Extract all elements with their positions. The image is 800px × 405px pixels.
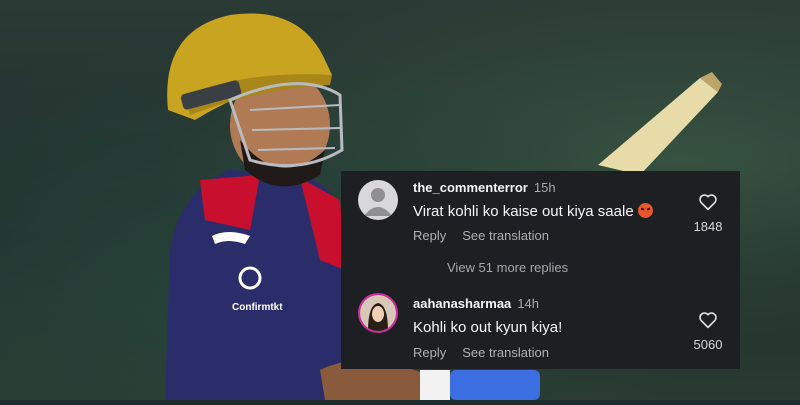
default-avatar-icon[interactable] [358,180,398,220]
comment-meta: aahanasharmaa 14h [413,296,539,311]
like-count: 5060 [693,337,723,352]
comment-text-body: Virat kohli ko kaise out kiya saale [413,203,634,220]
comment-thread-panel: the_commenterror 15h Virat kohli ko kaise… [341,171,740,369]
comment-actions: Reply See translation [413,345,549,360]
like-control: 1848 [688,193,728,234]
comment-meta: the_commenterror 15h [413,180,556,195]
angry-face-emoji [637,203,653,218]
cricket-bat [598,72,722,175]
heart-outline-icon[interactable] [698,311,718,329]
reply-button[interactable]: Reply [413,345,446,360]
player-jersey: Confirmtkt [165,170,345,400]
comment-time: 15h [533,180,556,195]
comment-item: the_commenterror 15h Virat kohli ko kaise… [341,171,740,251]
see-translation-button[interactable]: See translation [462,228,549,243]
view-more-replies-button[interactable]: View 51 more replies [447,260,568,275]
comment-username[interactable]: the_commenterror [413,180,528,195]
comment-actions: Reply See translation [413,228,549,243]
profile-photo-avatar[interactable] [358,293,398,333]
reply-button[interactable]: Reply [413,228,446,243]
heart-outline-icon[interactable] [698,193,718,211]
comment-text: Kohli ko out kyun kiya! [413,319,563,336]
comment-text: Virat kohli ko kaise out kiya saale [413,203,653,220]
svg-text:Confirmtkt: Confirmtkt [232,302,283,313]
see-translation-button[interactable]: See translation [462,345,549,360]
like-control: 5060 [688,311,728,352]
like-count: 1848 [693,219,723,234]
comment-time: 14h [517,296,539,311]
comment-username[interactable]: aahanasharmaa [413,296,511,311]
comment-item: aahanasharmaa 14h Kohli ko out kyun kiya!… [341,289,740,369]
